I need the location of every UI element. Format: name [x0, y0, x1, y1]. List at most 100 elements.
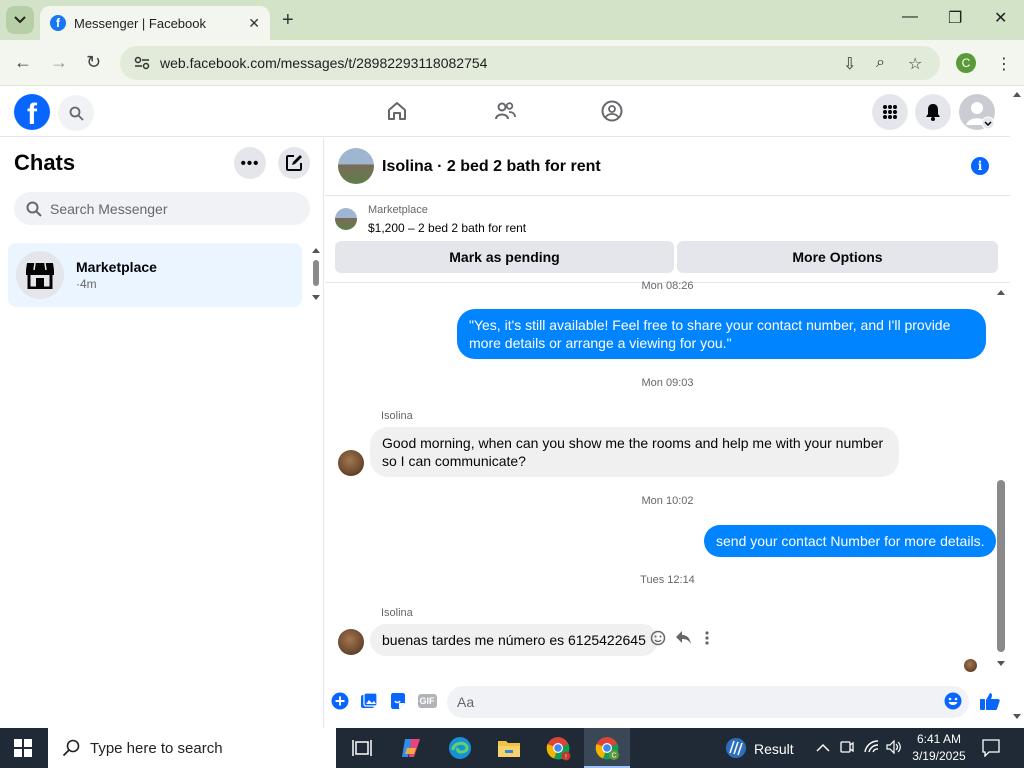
incoming-message[interactable]: Good morning, when can you show me the r…	[370, 427, 899, 477]
home-nav[interactable]	[386, 100, 408, 128]
bookmark-star-icon[interactable]: ☆	[908, 54, 922, 74]
facebook-search-button[interactable]	[58, 95, 94, 131]
friends-icon	[495, 102, 516, 120]
chat-list-item-marketplace[interactable]: Marketplace ·4m	[8, 243, 302, 307]
chat-time: ·4m	[76, 277, 97, 291]
close-window-icon[interactable]: ✕	[994, 8, 1007, 28]
copilot-icon[interactable]	[397, 734, 425, 762]
timestamp: Mon 08:26	[641, 280, 694, 292]
groups-nav[interactable]	[601, 100, 623, 128]
add-actions-icon[interactable]	[331, 692, 349, 710]
message-sender: Isolina	[381, 410, 413, 422]
gif-label: GIF	[417, 694, 437, 708]
seen-indicator-avatar	[964, 659, 977, 672]
result-label[interactable]: Result	[754, 741, 794, 757]
new-tab-icon[interactable]: +	[282, 9, 294, 32]
file-explorer-icon[interactable]	[495, 734, 523, 762]
sender-avatar[interactable]	[338, 629, 364, 655]
edge-browser-icon[interactable]	[446, 734, 474, 762]
message-input-box[interactable]	[447, 686, 969, 718]
message-sender: Isolina	[381, 607, 413, 619]
sender-avatar[interactable]	[338, 450, 364, 476]
wifi-icon[interactable]	[864, 740, 880, 757]
timestamp: Mon 10:02	[641, 495, 694, 507]
volume-icon[interactable]	[886, 739, 902, 757]
chrome-profile-icon[interactable]: C	[593, 734, 621, 762]
message-input[interactable]	[457, 694, 927, 710]
menu-button[interactable]	[872, 94, 908, 130]
groups-icon	[601, 100, 623, 122]
notification-center-icon[interactable]	[982, 739, 1000, 760]
messenger-search[interactable]	[14, 192, 310, 225]
camera-icon[interactable]	[840, 740, 854, 757]
conversation-title[interactable]: Isolina · 2 bed 2 bath for rent	[382, 158, 601, 176]
search-icon	[69, 106, 84, 121]
reply-icon[interactable]	[675, 630, 692, 650]
outgoing-message[interactable]: send your contact Number for more detail…	[704, 525, 997, 557]
page-scrollbar[interactable]	[1010, 87, 1024, 728]
facebook-logo[interactable]: f	[14, 94, 50, 130]
scrollbar-thumb[interactable]	[997, 480, 1005, 652]
url-text[interactable]: web.facebook.com/messages/t/289822931180…	[160, 55, 487, 71]
more-options-button[interactable]: More Options	[677, 241, 998, 273]
more-vertical-icon[interactable]	[704, 630, 710, 651]
listing-thumbnail[interactable]	[335, 208, 357, 230]
tab-search-button[interactable]	[6, 6, 34, 34]
outgoing-message[interactable]: "Yes, it's still available! Feel free to…	[457, 309, 986, 359]
mark-as-pending-button[interactable]: Mark as pending	[335, 241, 674, 273]
result-app-icon[interactable]	[722, 734, 750, 762]
notifications-button[interactable]	[915, 94, 951, 130]
windows-start-icon[interactable]	[14, 739, 32, 757]
new-message-button[interactable]	[278, 147, 310, 179]
forward-icon[interactable]: →	[50, 52, 68, 73]
taskbar-search-text: Type here to search	[90, 739, 223, 757]
zoom-icon[interactable]: ⌕	[876, 54, 885, 72]
marketplace-store-icon	[26, 262, 54, 289]
svg-text:C: C	[611, 753, 616, 760]
facebook-favicon-icon: f	[50, 15, 66, 31]
taskbar-search[interactable]: Type here to search	[48, 728, 336, 768]
clock-date: 3/19/2025	[912, 749, 966, 763]
listing-price[interactable]: $1,200 – 2 bed 2 bath for rent	[368, 221, 526, 235]
site-info-icon[interactable]	[134, 56, 150, 70]
search-icon	[62, 739, 80, 757]
task-view-icon[interactable]	[348, 734, 376, 762]
system-clock[interactable]: 6:41 AM 3/19/2025	[904, 731, 974, 765]
chats-sidebar	[0, 138, 324, 728]
account-avatar[interactable]	[959, 94, 995, 130]
maximize-icon[interactable]: ❐	[948, 8, 962, 28]
emoji-icon[interactable]	[944, 692, 962, 710]
incoming-message[interactable]: buenas tardes me número es 6125422645	[370, 624, 658, 656]
browser-menu-icon[interactable]: ⋮	[996, 54, 1012, 74]
address-bar[interactable]: web.facebook.com/messages/t/289822931180…	[120, 46, 940, 80]
conversation-avatar[interactable]	[338, 148, 374, 184]
bell-icon	[926, 104, 940, 121]
sticker-icon[interactable]	[389, 692, 407, 710]
info-icon[interactable]: i	[971, 157, 989, 175]
browser-tab[interactable]: f Messenger | Facebook ✕	[40, 6, 270, 40]
sidebar-scrollbar[interactable]	[311, 246, 321, 302]
clock-time: 6:41 AM	[916, 732, 962, 746]
back-icon[interactable]: ←	[14, 52, 32, 73]
friends-nav[interactable]	[494, 100, 516, 128]
install-app-icon[interactable]: ⇩	[843, 54, 856, 74]
search-icon	[26, 201, 42, 217]
minimize-icon[interactable]: —	[902, 8, 918, 26]
attach-photo-icon[interactable]	[360, 692, 378, 710]
conversation-scrollbar[interactable]	[996, 286, 1006, 672]
user-avatar-icon	[966, 102, 995, 130]
browser-profile-avatar[interactable]: C	[956, 53, 976, 73]
reload-icon[interactable]: ↻	[86, 52, 101, 73]
chrome-icon[interactable]: !	[544, 734, 572, 762]
thumbs-up-icon[interactable]	[979, 692, 1001, 710]
show-hidden-icons-icon[interactable]	[816, 740, 830, 756]
react-emoji-icon[interactable]	[650, 630, 666, 651]
chats-title: Chats	[14, 150, 76, 175]
tab-close-icon[interactable]: ✕	[248, 15, 260, 32]
more-horizontal-icon: •••	[240, 154, 260, 172]
home-icon	[388, 102, 406, 120]
chat-options-button[interactable]: •••	[234, 147, 266, 179]
gif-icon[interactable]: GIF	[417, 692, 437, 710]
timestamp: Mon 09:03	[641, 377, 694, 389]
messenger-search-input[interactable]	[50, 200, 290, 217]
